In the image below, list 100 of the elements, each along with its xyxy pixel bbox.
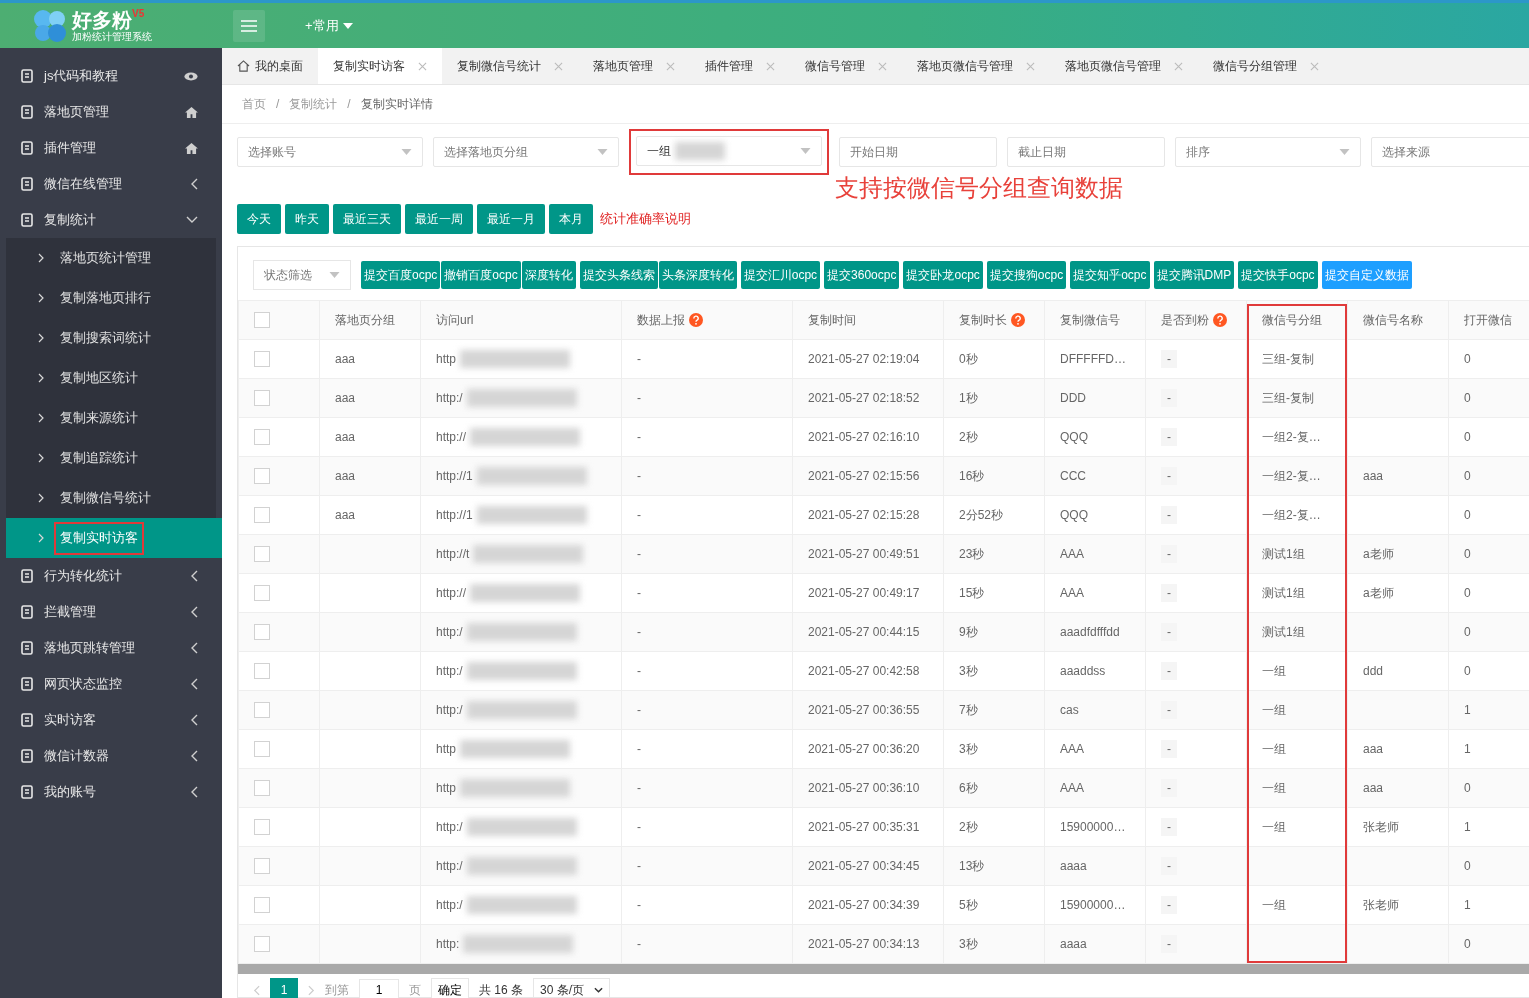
checkbox[interactable]	[254, 351, 270, 367]
date-range-button[interactable]: 昨天	[285, 204, 329, 234]
help-icon[interactable]	[1011, 313, 1026, 327]
sidebar-item[interactable]: 落地页跳转管理	[0, 630, 222, 666]
checkbox[interactable]	[254, 546, 270, 562]
date-range-button[interactable]: 本月	[549, 204, 593, 234]
close-icon[interactable]	[766, 61, 775, 71]
checkbox[interactable]	[254, 312, 270, 328]
close-icon[interactable]	[554, 61, 563, 71]
table-cell: a老师	[1363, 546, 1394, 561]
date-field[interactable]: 截止日期	[1007, 137, 1165, 167]
sidebar-item[interactable]: 拦截管理	[0, 594, 222, 630]
tab[interactable]: 插件管理	[690, 48, 790, 84]
close-icon[interactable]	[1174, 61, 1183, 71]
checkbox[interactable]	[254, 663, 270, 679]
table-cell: 0	[1464, 859, 1471, 873]
select-field[interactable]: 选择账号	[237, 137, 423, 167]
sidebar-subitem[interactable]: 复制落地页排行	[6, 278, 216, 318]
page-button[interactable]: 1	[270, 978, 298, 998]
tab[interactable]: 复制微信号统计	[442, 48, 578, 84]
action-button[interactable]: 撤销百度ocpc	[441, 261, 521, 289]
action-button[interactable]: 深度转化	[521, 261, 576, 289]
action-button[interactable]: 提交卧龙ocpc	[903, 261, 983, 289]
page-size-select[interactable]: 30 条/页	[533, 978, 611, 998]
sidebar-subitem[interactable]: 复制来源统计	[6, 398, 216, 438]
action-button[interactable]: 提交360ocpc	[824, 261, 900, 289]
checkbox[interactable]	[254, 624, 270, 640]
select-field[interactable]: 选择落地页分组	[433, 137, 619, 167]
select-field[interactable]: 排序	[1175, 137, 1361, 167]
sidebar-item[interactable]: 我的账号	[0, 774, 222, 810]
sidebar-item[interactable]: 复制统计	[0, 202, 222, 238]
tab[interactable]: 微信号分组管理	[1198, 48, 1334, 84]
tab[interactable]: 落地页管理	[578, 48, 690, 84]
checkbox[interactable]	[254, 585, 270, 601]
close-icon[interactable]	[1310, 61, 1319, 71]
action-button[interactable]: 提交快手ocpc	[1238, 261, 1318, 289]
checkbox[interactable]	[254, 429, 270, 445]
sidebar-item[interactable]: 落地页管理	[0, 94, 222, 130]
date-range-button[interactable]: 今天	[237, 204, 281, 234]
chevron-down-icon	[594, 987, 604, 993]
checkbox[interactable]	[254, 897, 270, 913]
sidebar-item[interactable]: js代码和教程	[0, 58, 222, 94]
tab[interactable]: 落地页微信号管理	[902, 48, 1050, 84]
close-icon[interactable]	[418, 61, 427, 71]
action-button[interactable]: 提交汇川ocpc	[740, 261, 821, 289]
checkbox[interactable]	[254, 858, 270, 874]
accuracy-link[interactable]: 统计准确率说明	[600, 210, 691, 228]
action-button[interactable]: 提交百度ocpc	[361, 261, 441, 289]
checkbox[interactable]	[254, 507, 270, 523]
action-button[interactable]: 提交头条线索	[579, 261, 658, 289]
action-button[interactable]: 提交搜狗ocpc	[986, 261, 1067, 289]
tab[interactable]: 落地页微信号管理	[1050, 48, 1198, 84]
logo-text: 好多粉	[72, 8, 132, 31]
select-field[interactable]: 选择来源	[1371, 137, 1529, 167]
tab[interactable]: 微信号管理	[790, 48, 902, 84]
sidebar-subitem[interactable]: 复制微信号统计	[6, 478, 216, 518]
close-icon[interactable]	[878, 61, 887, 71]
checkbox[interactable]	[254, 741, 270, 757]
tab[interactable]: 复制实时访客	[318, 48, 442, 84]
sidebar-item[interactable]: 微信计数器	[0, 738, 222, 774]
table-cell: 6秒	[959, 780, 978, 795]
close-icon[interactable]	[666, 61, 675, 71]
action-button[interactable]: 提交腾讯DMP	[1153, 261, 1235, 289]
sidebar-item[interactable]: 实时访客	[0, 702, 222, 738]
date-range-button[interactable]: 最近三天	[333, 204, 401, 234]
checkbox[interactable]	[254, 819, 270, 835]
horizontal-scrollbar[interactable]	[238, 964, 1529, 974]
date-field[interactable]: 开始日期	[839, 137, 997, 167]
sidebar-item[interactable]: 插件管理	[0, 130, 222, 166]
select-field[interactable]: 一组	[636, 136, 822, 166]
status-select[interactable]: 状态筛选	[253, 260, 351, 290]
confirm-button[interactable]: 确定	[431, 978, 469, 998]
help-icon[interactable]	[689, 313, 704, 327]
breadcrumb-link[interactable]: 复制实时详情	[360, 95, 433, 113]
sidebar-subitem[interactable]: 复制搜索词统计	[6, 318, 216, 358]
caret-icon	[1339, 149, 1350, 155]
sidebar-subitem[interactable]: 复制实时访客	[6, 518, 222, 558]
date-range-button[interactable]: 最近一月	[477, 204, 545, 234]
next-page-icon[interactable]	[308, 984, 315, 996]
page-input[interactable]: 1	[359, 979, 399, 998]
checkbox[interactable]	[254, 468, 270, 484]
previous-page-icon[interactable]	[253, 984, 260, 996]
checkbox[interactable]	[254, 780, 270, 796]
close-icon[interactable]	[1026, 61, 1035, 71]
sidebar-item[interactable]: 微信在线管理	[0, 166, 222, 202]
sidebar-subitem[interactable]: 复制地区统计	[6, 358, 216, 398]
sidebar-item[interactable]: 网页状态监控	[0, 666, 222, 702]
help-icon[interactable]	[1213, 313, 1228, 327]
checkbox[interactable]	[254, 936, 270, 952]
menu-button[interactable]	[233, 9, 265, 42]
date-range-button[interactable]: 最近一周	[405, 204, 473, 234]
tab[interactable]: 我的桌面	[222, 48, 318, 84]
checkbox[interactable]	[254, 702, 270, 718]
checkbox[interactable]	[254, 390, 270, 406]
action-button[interactable]: 头条深度转化	[658, 261, 737, 289]
sidebar-item[interactable]: 行为转化统计	[0, 558, 222, 594]
sidebar-subitem[interactable]: 复制追踪统计	[6, 438, 216, 478]
sidebar-subitem[interactable]: 落地页统计管理	[6, 238, 216, 278]
action-button[interactable]: 提交知乎ocpc	[1070, 261, 1150, 289]
table-cell: 2021-05-27 02:15:56	[808, 469, 920, 483]
